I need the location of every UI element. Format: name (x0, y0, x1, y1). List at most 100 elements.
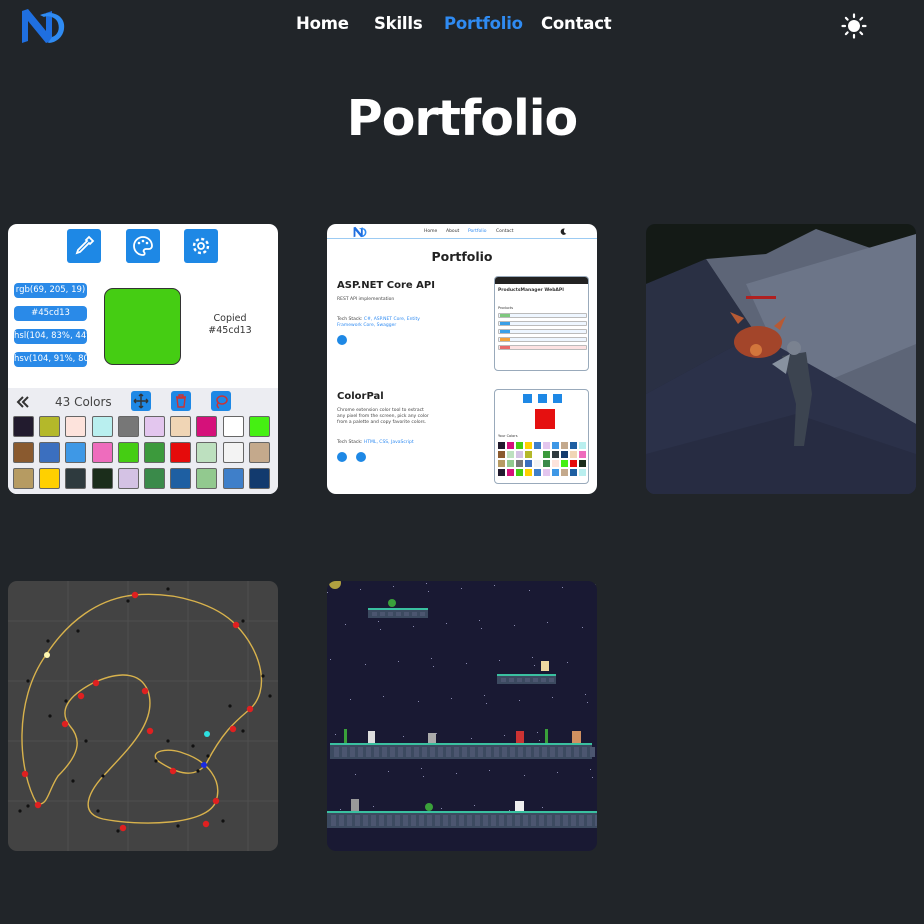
platform-texture (526, 747, 531, 757)
palette-swatch[interactable] (248, 416, 270, 437)
star (441, 808, 442, 809)
palette-swatch[interactable] (170, 468, 192, 489)
control-handle (48, 714, 52, 718)
palette-swatch[interactable] (222, 416, 244, 437)
anchor-point (229, 725, 237, 733)
platform-texture (342, 747, 347, 757)
enemy (515, 801, 524, 811)
shot2-swatch-mini (570, 451, 577, 458)
star (355, 774, 356, 775)
palette-swatch[interactable] (39, 416, 61, 437)
platform-texture (467, 815, 472, 826)
shot2-swatch-mini (507, 460, 514, 467)
nav-skills[interactable]: Skills (374, 14, 423, 33)
palette-swatch[interactable] (144, 416, 165, 437)
shot2-label: Your Colors (498, 434, 518, 438)
palette-swatch[interactable] (91, 442, 113, 463)
palette-swatch[interactable] (196, 442, 218, 463)
shot2-swatch-mini (516, 442, 523, 449)
settings-button[interactable] (184, 229, 218, 263)
platform-texture (571, 815, 576, 826)
palette-swatch[interactable] (117, 442, 139, 463)
platform-texture (475, 815, 480, 826)
nav-portfolio[interactable]: Portfolio (444, 14, 523, 33)
project1-title: ASP.NET Core API (337, 280, 435, 291)
portfolio-card-colorpal[interactable]: rgb(69, 205, 19) #45cd13 hsl(104, 83%, 4… (8, 224, 278, 494)
palette-swatch[interactable] (39, 468, 61, 489)
palette-swatch[interactable] (13, 468, 34, 489)
nav-home[interactable]: Home (296, 14, 349, 33)
collapse-icon[interactable] (16, 396, 30, 408)
nav-contact[interactable]: Contact (541, 14, 612, 33)
platform-texture (515, 815, 520, 826)
anchor-point (141, 687, 149, 695)
copied-status: Copied #45cd13 (198, 313, 262, 337)
tombstone (351, 799, 359, 811)
shot2-swatch-mini (534, 469, 541, 476)
star (524, 775, 525, 776)
palette-swatch[interactable] (91, 416, 113, 437)
eyedropper-button[interactable] (67, 229, 101, 263)
control-handle (18, 809, 22, 813)
platform-texture (534, 747, 539, 757)
shot2-swatch-mini (570, 460, 577, 467)
star (509, 810, 510, 811)
palette-swatch[interactable] (13, 416, 34, 437)
palette-swatch[interactable] (222, 442, 244, 463)
portfolio-card-bezier[interactable] (8, 581, 278, 851)
platform-texture (372, 612, 377, 616)
download-icon[interactable] (356, 452, 366, 462)
lasso-icon[interactable] (211, 391, 231, 411)
hsl-chip[interactable]: hsl(104, 83%, 44%) (14, 329, 98, 344)
trash-icon[interactable] (171, 391, 191, 411)
move-icon[interactable] (131, 391, 151, 411)
palette-swatch[interactable] (144, 442, 165, 463)
shot2-btn (523, 394, 532, 403)
star (421, 768, 422, 769)
palette-swatch[interactable] (248, 468, 270, 489)
palette-swatch[interactable] (65, 468, 87, 489)
palette-swatch[interactable] (196, 416, 218, 437)
star (403, 736, 404, 737)
hex-chip[interactable]: #45cd13 (14, 306, 87, 321)
shot1-title: ProductsManager WebAPI (498, 288, 564, 293)
anchor-point (202, 820, 210, 828)
palette-swatch[interactable] (65, 442, 87, 463)
shot2-btn (553, 394, 562, 403)
github-icon[interactable] (337, 335, 347, 345)
star (542, 807, 543, 808)
github-icon[interactable] (337, 452, 347, 462)
project2-stack: Tech Stack: HTML, CSS, JavaScript (337, 440, 447, 446)
portfolio-card-website[interactable]: Home About Portfolio Contact Portfolio A… (327, 224, 597, 494)
palette-swatch[interactable] (39, 442, 61, 463)
palette-button[interactable] (126, 229, 160, 263)
rgb-chip[interactable]: rgb(69, 205, 19) (14, 283, 87, 298)
portfolio-card-game-3d[interactable] (646, 224, 916, 494)
palette-swatch[interactable] (117, 416, 139, 437)
palette-swatch[interactable] (65, 416, 87, 437)
mini-nav-divider (327, 238, 597, 239)
star (557, 772, 558, 773)
palette-swatch[interactable] (13, 442, 34, 463)
shot1-row (498, 321, 587, 326)
coin (329, 581, 341, 589)
star (428, 591, 429, 592)
palette-swatch[interactable] (170, 416, 192, 437)
palette-swatch[interactable] (170, 442, 192, 463)
palette-swatch[interactable] (196, 468, 218, 489)
star (461, 588, 462, 589)
portfolio-card-platformer[interactable] (327, 581, 597, 851)
star (479, 620, 480, 621)
palette-swatch[interactable] (248, 442, 270, 463)
hsv-chip[interactable]: hsv(104, 91%, 80%) (14, 352, 100, 367)
copied-label: Copied (213, 313, 247, 324)
palette-swatch[interactable] (117, 468, 139, 489)
shot1-section: Products (498, 306, 514, 310)
sun-icon[interactable] (841, 13, 867, 39)
star (494, 585, 495, 586)
palette-swatch[interactable] (222, 468, 244, 489)
palette-swatch[interactable] (144, 468, 165, 489)
control-handle (166, 587, 170, 591)
shot2-swatch-mini (525, 442, 532, 449)
palette-swatch[interactable] (91, 468, 113, 489)
